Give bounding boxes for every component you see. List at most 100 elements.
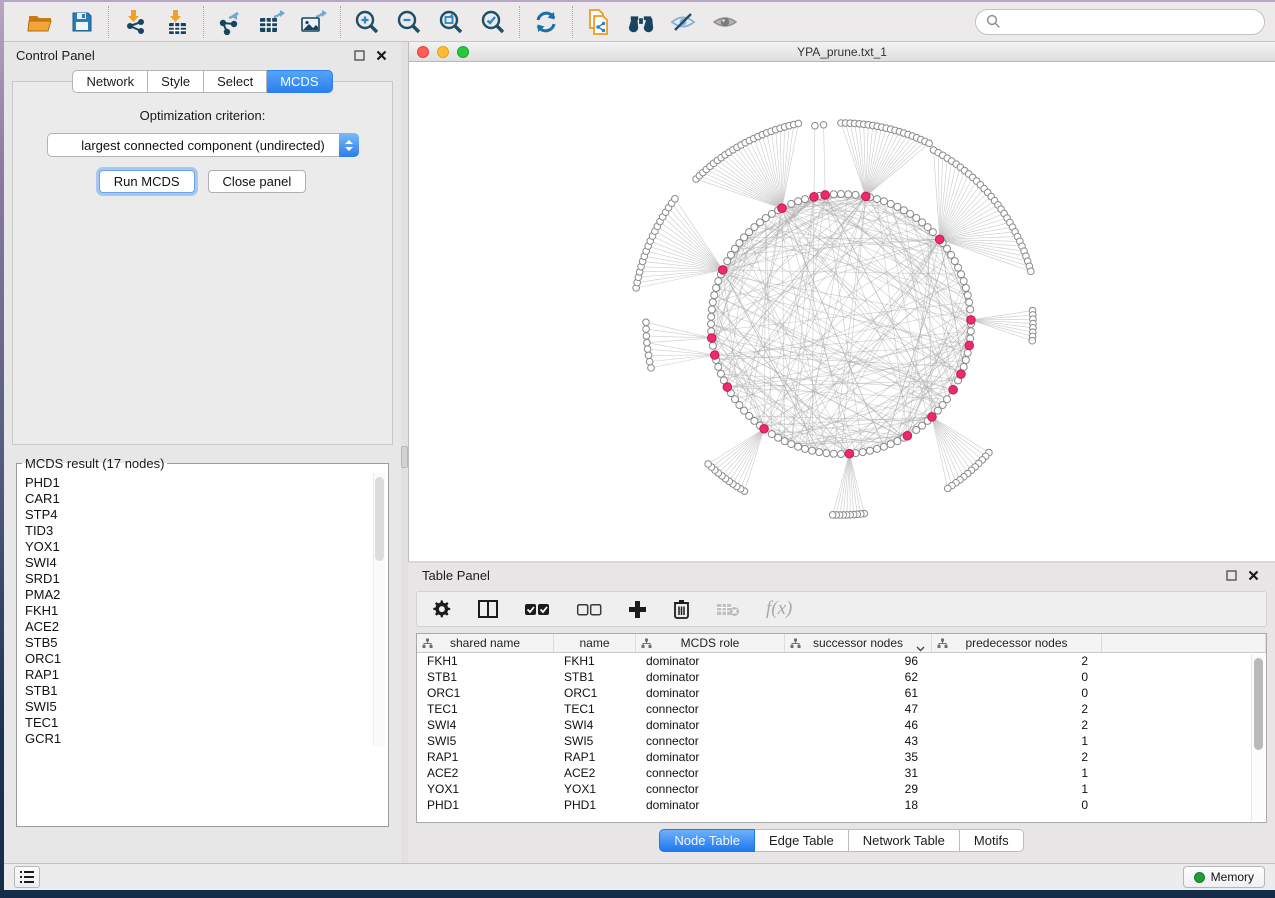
split-view-button[interactable] bbox=[478, 600, 498, 618]
export-network-button[interactable] bbox=[216, 8, 244, 36]
mcds-result-title: MCDS result (17 nodes) bbox=[22, 456, 167, 471]
table-row[interactable]: TEC1TEC1connector472 bbox=[417, 701, 1266, 717]
open-file-button[interactable] bbox=[26, 8, 54, 36]
function-builder-button[interactable]: f(x) bbox=[766, 598, 792, 620]
network-graph[interactable] bbox=[409, 62, 1275, 560]
table-header-row: shared name name MCDS rolesuccessor nodes p… bbox=[417, 634, 1266, 653]
show-all-button[interactable] bbox=[711, 8, 739, 36]
column-label: name bbox=[579, 636, 609, 650]
mcds-result-item[interactable]: YOX1 bbox=[25, 539, 387, 555]
mcds-result-list[interactable]: PHD1CAR1STP4TID3YOX1SWI4SRD1PMA2FKH1ACE2… bbox=[18, 472, 387, 747]
deselect-all-button[interactable] bbox=[576, 603, 602, 616]
mcds-hub-node bbox=[810, 193, 819, 202]
mcds-result-item[interactable]: FKH1 bbox=[25, 603, 387, 619]
close-panel-button[interactable] bbox=[373, 47, 389, 63]
table-row[interactable]: ORC1ORC1dominator610 bbox=[417, 685, 1266, 701]
cell-successor-nodes: 61 bbox=[785, 686, 932, 700]
import-table-button[interactable] bbox=[163, 8, 191, 36]
mcds-result-item[interactable]: ORC1 bbox=[25, 651, 387, 667]
mcds-result-group: MCDS result (17 nodes) PHD1CAR1STP4TID3Y… bbox=[16, 456, 389, 827]
optimization-criterion-select[interactable]: largest connected component (undirected) bbox=[47, 133, 359, 157]
export-table-button[interactable] bbox=[258, 8, 286, 36]
panel-splitter[interactable] bbox=[401, 42, 408, 863]
copy-network-button[interactable] bbox=[585, 8, 613, 36]
add-column-button[interactable] bbox=[628, 600, 647, 619]
table-row[interactable]: ACE2ACE2connector311 bbox=[417, 765, 1266, 781]
mcds-result-item[interactable]: SWI5 bbox=[25, 699, 387, 715]
save-session-button[interactable] bbox=[68, 8, 96, 36]
zoom-in-button[interactable] bbox=[353, 8, 381, 36]
column-header-successor-nodes[interactable]: successor nodes bbox=[785, 634, 932, 652]
mcds-result-item[interactable]: PMA2 bbox=[25, 587, 387, 603]
run-mcds-button[interactable]: Run MCDS bbox=[99, 170, 195, 193]
tab-select[interactable]: Select bbox=[204, 70, 267, 93]
mcds-result-item[interactable]: STP4 bbox=[25, 507, 387, 523]
float-panel-button[interactable] bbox=[351, 47, 367, 63]
column-header-name[interactable]: name bbox=[554, 634, 636, 652]
mcds-result-item[interactable]: ACE2 bbox=[25, 619, 387, 635]
close-panel-action-button[interactable]: Close panel bbox=[208, 170, 307, 193]
table-row[interactable]: STB1STB1dominator620 bbox=[417, 669, 1266, 685]
tab-edge-table[interactable]: Edge Table bbox=[755, 829, 849, 852]
table-settings-button[interactable] bbox=[433, 600, 452, 619]
apply-layout-button[interactable] bbox=[532, 8, 560, 36]
task-history-button[interactable] bbox=[14, 866, 40, 888]
mcds-result-item[interactable]: SWI4 bbox=[25, 555, 387, 571]
table-row[interactable]: RAP1RAP1dominator352 bbox=[417, 749, 1266, 765]
mcds-result-item[interactable]: STB5 bbox=[25, 635, 387, 651]
table-row[interactable]: PHD1PHD1dominator180 bbox=[417, 797, 1266, 813]
node-table[interactable]: shared name name MCDS rolesuccessor nodes p… bbox=[416, 633, 1267, 823]
tab-network[interactable]: Network bbox=[72, 70, 148, 93]
import-network-button[interactable] bbox=[121, 8, 149, 36]
cell-predecessor-nodes: 2 bbox=[932, 654, 1102, 668]
column-header-MCDS-role[interactable]: MCDS role bbox=[636, 634, 785, 652]
table-row[interactable]: YOX1YOX1connector291 bbox=[417, 781, 1266, 797]
cell-shared-name: TEC1 bbox=[417, 702, 554, 716]
table-row[interactable]: SWI4SWI4dominator462 bbox=[417, 717, 1266, 733]
search-input[interactable] bbox=[1007, 14, 1254, 29]
table-panel-title: Table Panel bbox=[422, 568, 490, 583]
table-row[interactable]: FKH1FKH1dominator962 bbox=[417, 653, 1266, 669]
mcds-result-item[interactable]: CAR1 bbox=[25, 491, 387, 507]
delete-table-button[interactable] bbox=[716, 602, 740, 617]
mcds-hub-node bbox=[967, 316, 976, 325]
memory-button[interactable]: Memory bbox=[1183, 866, 1265, 888]
tab-style[interactable]: Style bbox=[148, 70, 204, 93]
cell-shared-name: SWI5 bbox=[417, 734, 554, 748]
float-table-panel-button[interactable] bbox=[1223, 567, 1239, 583]
hide-selected-button[interactable] bbox=[669, 8, 697, 36]
zoom-out-button[interactable] bbox=[395, 8, 423, 36]
mcds-result-item[interactable]: TEC1 bbox=[25, 715, 387, 731]
tab-motifs[interactable]: Motifs bbox=[960, 829, 1024, 852]
tab-mcds[interactable]: MCDS bbox=[267, 70, 332, 93]
mcds-result-item[interactable]: GCR1 bbox=[25, 731, 387, 747]
mcds-result-item[interactable]: RAP1 bbox=[25, 667, 387, 683]
cell-predecessor-nodes: 2 bbox=[932, 702, 1102, 716]
mcds-result-item[interactable]: SRD1 bbox=[25, 571, 387, 587]
network-canvas[interactable] bbox=[409, 62, 1275, 561]
table-scrollbar[interactable] bbox=[1251, 654, 1265, 821]
mcds-list-scrollbar[interactable] bbox=[373, 473, 386, 746]
delete-column-button[interactable] bbox=[673, 599, 690, 619]
search-box[interactable] bbox=[975, 9, 1265, 35]
column-label: predecessor nodes bbox=[965, 636, 1067, 650]
cell-predecessor-nodes: 0 bbox=[932, 798, 1102, 812]
tab-network-table[interactable]: Network Table bbox=[849, 829, 960, 852]
mcds-result-item[interactable]: STB1 bbox=[25, 683, 387, 699]
export-image-button[interactable] bbox=[300, 8, 328, 36]
first-neighbors-button[interactable] bbox=[627, 8, 655, 36]
close-table-panel-button[interactable] bbox=[1245, 567, 1261, 583]
table-row[interactable]: SWI5SWI5connector431 bbox=[417, 733, 1266, 749]
column-header-shared-name[interactable]: shared name bbox=[417, 634, 554, 652]
column-header-predecessor-nodes[interactable]: predecessor nodes bbox=[932, 634, 1102, 652]
export-image-icon bbox=[300, 9, 328, 35]
mcds-result-item[interactable]: TID3 bbox=[25, 523, 387, 539]
splitter-grip[interactable] bbox=[401, 446, 408, 468]
zoom-fit-button[interactable] bbox=[437, 8, 465, 36]
network-window-titlebar[interactable]: YPA_prune.txt_1 bbox=[409, 42, 1275, 62]
select-all-button[interactable] bbox=[524, 603, 550, 616]
mcds-tab-content: Optimization criterion: largest connecte… bbox=[12, 81, 393, 445]
tab-node-table[interactable]: Node Table bbox=[659, 829, 755, 852]
mcds-result-item[interactable]: PHD1 bbox=[25, 475, 387, 491]
zoom-selected-button[interactable] bbox=[479, 8, 507, 36]
